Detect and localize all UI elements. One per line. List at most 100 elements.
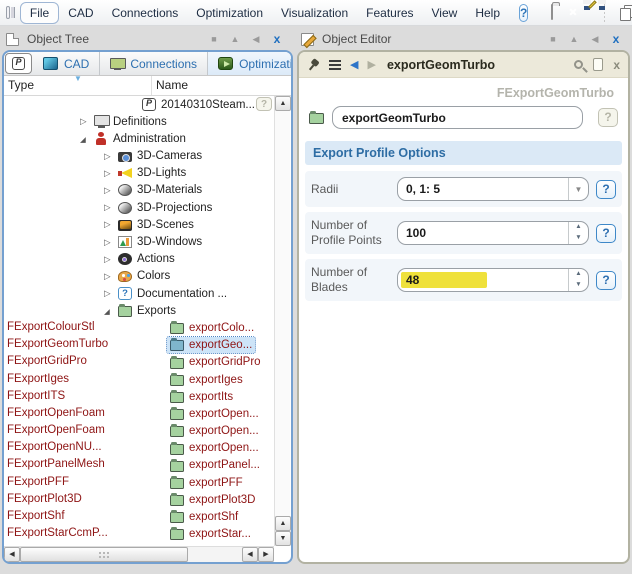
tab-optimization[interactable]: Optimization (208, 52, 291, 75)
radii-combobox[interactable] (397, 177, 589, 201)
tree-row[interactable]: Colors (4, 268, 274, 285)
tree-row[interactable]: 20140310Steam... (4, 96, 274, 113)
tree-row[interactable]: FExportOpenNU... exportOpen... (4, 440, 274, 457)
scroll-down-button[interactable] (275, 531, 291, 546)
dock-button[interactable] (208, 34, 220, 44)
tree-row[interactable]: FExportStarCcmP... exportStar... (4, 526, 274, 543)
blades-spinner[interactable] (397, 268, 589, 292)
profile-points-spinner[interactable] (397, 221, 589, 245)
tree-row[interactable]: FExportPFF exportPFF (4, 474, 274, 491)
tree-row[interactable]: FExportOpenFoam exportOpen... (4, 423, 274, 440)
menu-item[interactable]: Connections (103, 3, 188, 23)
tree-horizontal-scrollbar[interactable] (4, 546, 274, 562)
scroll-left-button[interactable] (4, 547, 20, 562)
tree-row[interactable]: Actions (4, 251, 274, 268)
menu-item[interactable]: Optimization (187, 3, 272, 23)
expand-arrow-icon[interactable] (104, 219, 115, 230)
tree-row[interactable]: FExportColourStl exportColo... (4, 319, 274, 336)
tree-row[interactable]: 3D-Lights (4, 165, 274, 182)
scroll-up-button[interactable] (275, 96, 291, 111)
scroll-right-button[interactable] (258, 547, 274, 562)
maximize-button[interactable] (568, 34, 580, 44)
forward-button[interactable] (367, 58, 375, 71)
tree-row[interactable]: 3D-Windows (4, 234, 274, 251)
tab-connections[interactable]: Connections (100, 52, 209, 75)
menu-item[interactable]: Features (357, 3, 422, 23)
field-help-button[interactable] (596, 270, 616, 290)
help-icon[interactable]: ? (519, 3, 529, 22)
tree-row[interactable]: FExportPlot3D exportPlot3D (4, 491, 274, 508)
expand-arrow-icon[interactable] (104, 185, 115, 196)
field-help-button[interactable] (596, 179, 616, 199)
column-header-name[interactable]: Name (152, 76, 291, 95)
scroll-left-button[interactable] (242, 547, 258, 562)
expand-arrow-icon[interactable] (104, 151, 115, 162)
spin-up-icon[interactable] (569, 269, 588, 280)
menu-item[interactable]: Visualization (272, 3, 357, 23)
tree-row[interactable]: Definitions (4, 113, 274, 130)
field-help-button[interactable] (596, 223, 616, 243)
tree-row[interactable]: Administration (4, 130, 274, 147)
tree-row[interactable]: 3D-Projections (4, 199, 274, 216)
expand-arrow-icon[interactable] (104, 271, 115, 282)
close-panel-button[interactable] (610, 32, 622, 46)
expand-arrow-icon[interactable] (104, 254, 115, 265)
spin-down-icon[interactable] (569, 233, 588, 244)
tree-row[interactable]: FExportGeomTurbo exportGeo... (4, 336, 274, 355)
chevron-down-icon[interactable] (568, 178, 588, 200)
tree-vertical-scrollbar[interactable] (274, 96, 291, 546)
window-panel-icon[interactable] (6, 6, 15, 19)
save-icon[interactable] (580, 5, 582, 21)
detach-page-icon[interactable] (593, 58, 604, 71)
blades-input[interactable] (398, 269, 568, 291)
expand-arrow-icon[interactable] (104, 288, 115, 299)
new-project-icon[interactable] (551, 3, 554, 21)
close-editor-icon[interactable] (613, 58, 620, 72)
copy-object-icon[interactable] (619, 5, 621, 21)
expand-arrow-icon[interactable] (104, 168, 115, 179)
spin-up-icon[interactable] (569, 222, 588, 233)
pin-icon[interactable] (304, 55, 322, 73)
radii-input[interactable] (398, 178, 568, 200)
tab-project[interactable] (5, 53, 32, 74)
tree-row[interactable]: Documentation ... (4, 285, 274, 302)
collapse-button[interactable] (589, 34, 601, 45)
scroll-track[interactable] (275, 111, 290, 516)
scroll-up-button[interactable] (275, 516, 291, 531)
tree-row[interactable]: 3D-Scenes (4, 216, 274, 233)
scroll-track[interactable] (188, 547, 242, 562)
tree-row[interactable]: FExportOpenFoam exportOpen... (4, 405, 274, 422)
tree-row[interactable]: FExportShf exportShf (4, 509, 274, 526)
close-session-icon[interactable] (566, 5, 568, 21)
tree-row[interactable]: FExportGridPro exportGridPro (4, 354, 274, 371)
menu-item[interactable]: Help (466, 3, 509, 23)
help-ghost-button[interactable] (598, 108, 618, 127)
expand-arrow-icon[interactable] (104, 237, 115, 248)
spin-down-icon[interactable] (569, 280, 588, 291)
back-button[interactable] (350, 58, 358, 71)
menu-item[interactable]: File (19, 1, 60, 24)
expand-arrow-icon[interactable] (104, 306, 115, 316)
object-name-input[interactable] (332, 106, 583, 129)
menu-item[interactable]: View (423, 3, 467, 23)
dock-button[interactable] (547, 34, 559, 44)
expand-arrow-icon[interactable] (80, 116, 91, 127)
expand-arrow-icon[interactable] (104, 202, 115, 213)
tree-row[interactable]: 3D-Materials (4, 182, 274, 199)
tree-row[interactable]: FExportIges exportIges (4, 371, 274, 388)
tree-row[interactable]: 3D-Cameras (4, 148, 274, 165)
profile-points-input[interactable] (398, 222, 568, 244)
save-as-icon[interactable] (588, 0, 597, 21)
scroll-thumb[interactable] (20, 547, 188, 562)
menu-list-icon[interactable] (329, 59, 341, 70)
help-ghost-button[interactable] (256, 97, 272, 111)
tree-row[interactable]: Exports (4, 302, 274, 319)
close-panel-button[interactable] (271, 32, 283, 46)
tree-row[interactable]: FExportITS exportIts (4, 388, 274, 405)
search-icon[interactable] (574, 60, 584, 69)
collapse-button[interactable] (250, 34, 262, 45)
tab-cad[interactable]: CAD (33, 52, 101, 75)
tree-row[interactable]: FExportPanelMesh exportPanel... (4, 457, 274, 474)
expand-arrow-icon[interactable] (80, 134, 91, 144)
maximize-button[interactable] (229, 34, 241, 44)
